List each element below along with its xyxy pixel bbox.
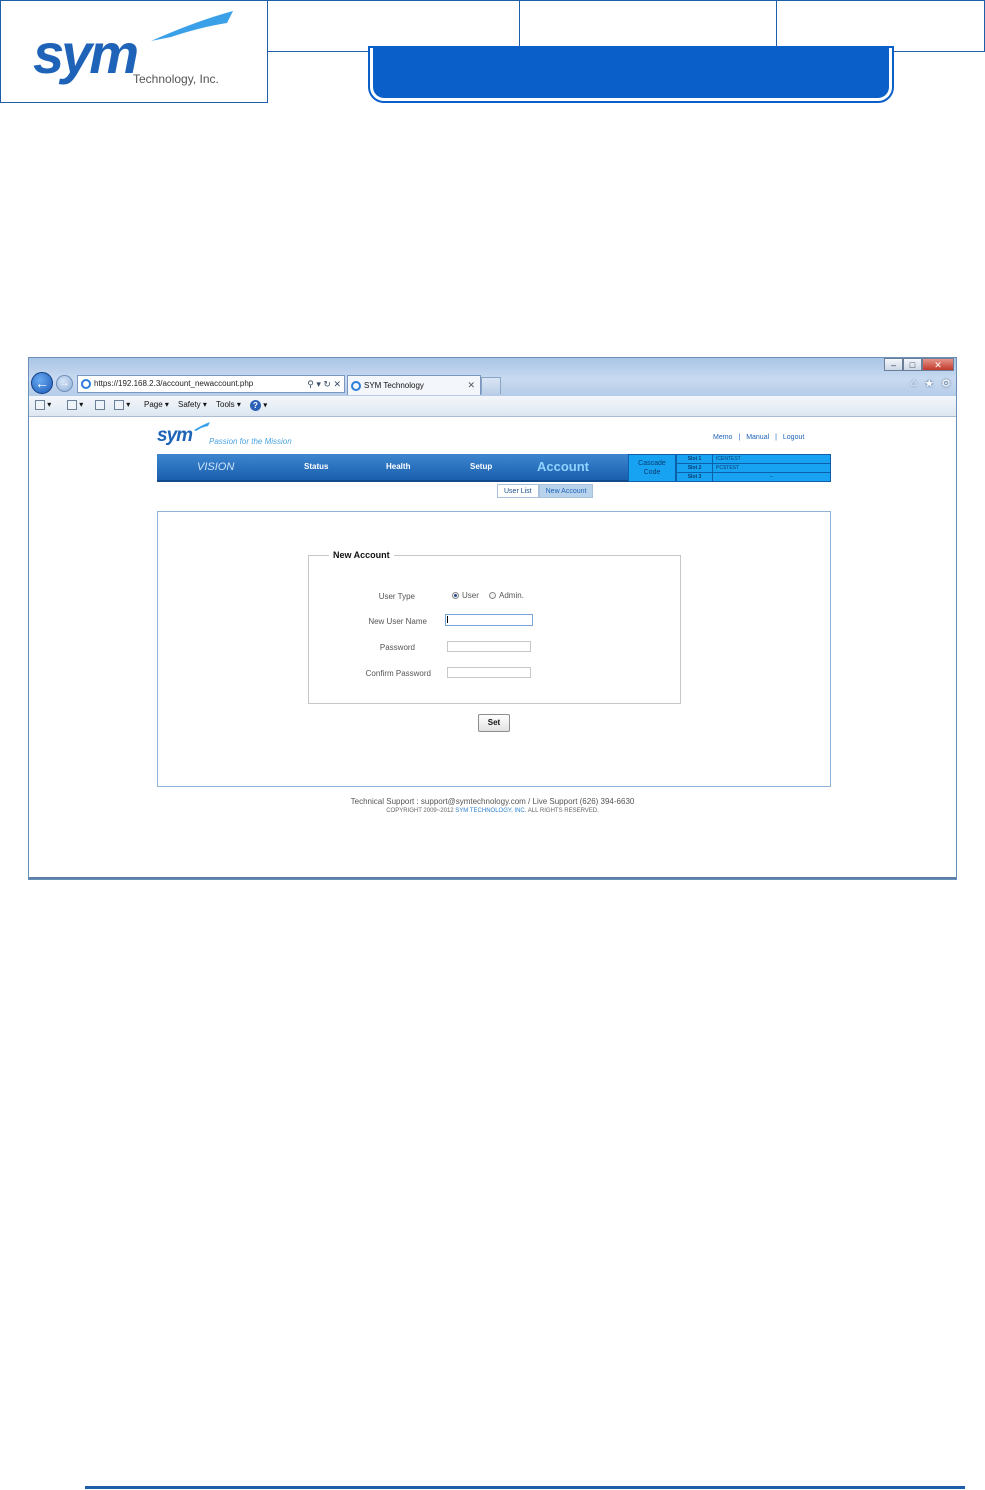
nav-vision[interactable]: VISION xyxy=(197,454,234,480)
nav-setup[interactable]: Setup xyxy=(470,454,492,480)
svg-text:sym: sym xyxy=(33,22,137,85)
minimize-button[interactable]: – xyxy=(884,358,903,371)
address-bar[interactable]: https://192.168.2.3/account_newaccount.p… xyxy=(77,375,345,393)
copyright-brand[interactable]: SYM TECHNOLOGY, INC. xyxy=(455,808,526,814)
safety-menu[interactable]: Safety ▾ xyxy=(178,400,207,409)
copyright-prefix: COPYRIGHT 2009~2012 xyxy=(386,808,454,814)
print-icon[interactable]: ▾ xyxy=(114,400,130,410)
nav-account[interactable]: Account xyxy=(537,454,589,480)
sym-technology-logo: sym Technology, Inc. xyxy=(33,11,233,86)
radio-user-option[interactable]: User xyxy=(452,591,479,600)
document-logo-box: sym Technology, Inc. xyxy=(0,0,268,103)
link-separator: | xyxy=(775,434,777,441)
new-user-name-label: New User Name xyxy=(368,617,427,626)
link-separator: | xyxy=(738,434,741,441)
memo-link[interactable]: Memo xyxy=(713,434,732,441)
nav-status[interactable]: Status xyxy=(304,454,328,480)
manual-link[interactable]: Manual xyxy=(746,434,769,441)
browser-right-icons: ⌂ ★ ⚙ xyxy=(911,377,951,390)
slot-value: PCSTEST xyxy=(716,465,740,471)
help-menu[interactable]: ? ▾ xyxy=(250,400,267,411)
gear-icon[interactable]: ⚙ xyxy=(941,377,951,390)
user-type-label: User Type xyxy=(378,592,415,601)
ie-page-icon xyxy=(81,379,91,389)
site-tagline: Passion for the Mission xyxy=(209,437,292,446)
header-cell xyxy=(777,1,984,51)
slot-label: Slot 3 xyxy=(677,473,713,482)
mail-icon[interactable] xyxy=(95,400,105,410)
footer-copyright: COPYRIGHT 2009~2012 SYM TECHNOLOGY, INC.… xyxy=(29,808,956,814)
header-cell xyxy=(520,1,778,51)
document-header-cells xyxy=(268,0,985,52)
slot-row: Slot 3 -- xyxy=(677,473,830,482)
window-controls: – □ ✕ xyxy=(884,358,954,371)
tab-close-icon[interactable]: ✕ xyxy=(467,376,475,395)
logout-link[interactable]: Logout xyxy=(783,434,804,441)
cascade-line-1: Cascade xyxy=(638,460,666,467)
ie-tab-icon xyxy=(351,381,361,391)
main-navigation: VISION Status Health Setup Account xyxy=(157,454,628,482)
radio-admin-option[interactable]: Admin. xyxy=(489,591,524,600)
radio-user[interactable] xyxy=(452,592,459,599)
close-window-button[interactable]: ✕ xyxy=(922,358,954,371)
new-user-name-input[interactable] xyxy=(445,614,533,626)
slot-label: Slot 2 xyxy=(677,464,713,472)
tab-title: SYM Technology xyxy=(364,381,424,390)
password-input[interactable] xyxy=(447,641,531,652)
back-arrow-icon[interactable]: ← xyxy=(31,372,53,394)
cascade-code-label: Cascade Code xyxy=(628,454,676,482)
status-strip xyxy=(29,877,956,879)
top-links: Memo | Manual | Logout xyxy=(711,434,806,441)
cascade-line-2: Code xyxy=(643,469,661,476)
slot-row: Slot 2 PCSTEST xyxy=(677,464,830,473)
radio-user-label: User xyxy=(462,591,479,600)
tab-new-account[interactable]: New Account xyxy=(538,484,594,498)
document-header-banner xyxy=(368,46,894,103)
copyright-suffix: ALL RIGHTS RESERVED. xyxy=(527,808,599,814)
maximize-button[interactable]: □ xyxy=(903,358,922,371)
favorites-star-icon[interactable]: ★ xyxy=(924,377,934,390)
address-tools-icons[interactable]: ⚲ ▾ ↻ ✕ xyxy=(307,376,341,392)
document-bottom-rule xyxy=(85,1486,965,1489)
account-subnav: User List New Account xyxy=(497,484,594,498)
footer-support: Technical Support : support@symtechnolog… xyxy=(350,797,635,806)
slot-label: Slot 1 xyxy=(677,455,713,463)
forward-arrow-icon[interactable]: → xyxy=(56,375,73,392)
web-page: sym Passion for the Mission Memo | Manua… xyxy=(29,417,956,879)
set-button[interactable]: Set xyxy=(478,714,510,732)
home-command-icon[interactable]: ▾ xyxy=(35,400,51,410)
password-label: Password xyxy=(379,643,415,652)
tab-user-list[interactable]: User List xyxy=(497,484,539,498)
browser-window: – □ ✕ ← → https://192.168.2.3/account_ne… xyxy=(28,357,957,880)
help-icon: ? xyxy=(250,400,261,411)
radio-admin-label: Admin. xyxy=(499,591,524,600)
slot-table: Slot 1 ICENTEST Slot 2 PCSTEST Slot 3 -- xyxy=(676,454,831,482)
slot-value: -- xyxy=(769,474,774,480)
new-tab-button[interactable] xyxy=(481,377,501,394)
page-menu[interactable]: Page ▾ xyxy=(144,400,169,409)
slot-row: Slot 1 ICENTEST xyxy=(677,455,830,464)
confirm-password-label: Confirm Password xyxy=(365,669,431,678)
radio-admin[interactable] xyxy=(489,592,496,599)
browser-title-bar: – □ ✕ ← → https://192.168.2.3/account_ne… xyxy=(29,358,956,396)
site-logo[interactable]: sym xyxy=(157,425,193,447)
content-panel: New Account User Type User Admin. New Us… xyxy=(157,511,831,787)
svg-text:Technology, Inc.: Technology, Inc. xyxy=(133,72,219,86)
new-account-fieldset: New Account User Type User Admin. New Us… xyxy=(308,550,681,704)
feeds-icon[interactable]: ▾ xyxy=(67,400,83,410)
command-bar: ▾ ▾ ▾ Page ▾ Safety ▾ Tools ▾ ? ▾ xyxy=(29,396,956,417)
logo-swoosh-icon xyxy=(194,422,210,431)
nav-health[interactable]: Health xyxy=(386,454,410,480)
address-url: https://192.168.2.3/account_newaccount.p… xyxy=(94,379,254,388)
browser-tab[interactable]: SYM Technology ✕ xyxy=(347,375,481,395)
home-icon[interactable]: ⌂ xyxy=(911,377,918,390)
header-cell xyxy=(268,1,520,51)
slot-value: ICENTEST xyxy=(716,456,741,462)
tools-menu[interactable]: Tools ▾ xyxy=(216,400,241,409)
confirm-password-input[interactable] xyxy=(447,667,531,678)
fieldset-legend: New Account xyxy=(329,550,394,560)
